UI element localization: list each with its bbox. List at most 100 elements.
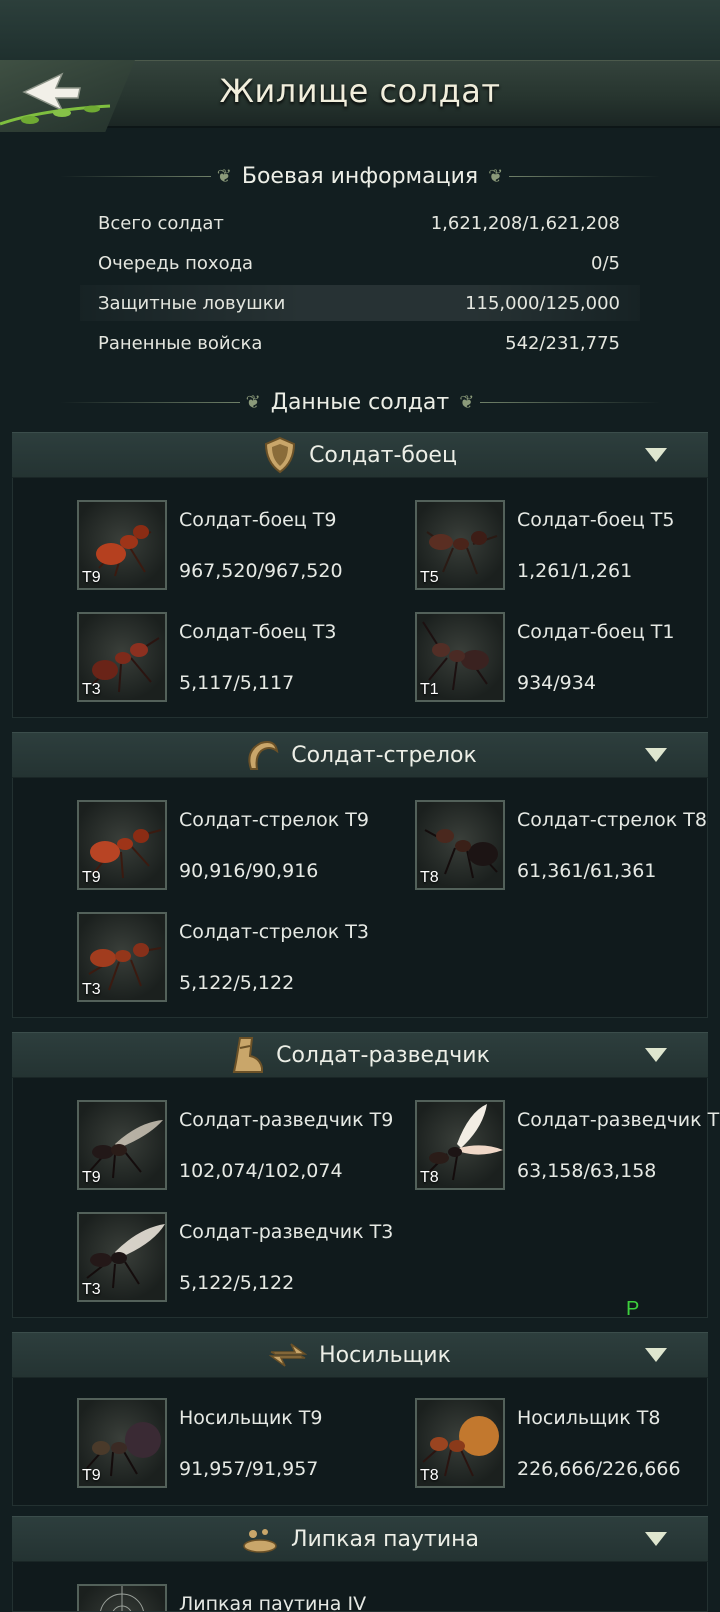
unit-thumbnail[interactable]: T9 (77, 1398, 167, 1488)
unit-thumbnail[interactable]: T3 (77, 912, 167, 1002)
carrier-arrows-icon (269, 1340, 308, 1370)
category-header-warrior[interactable]: Солдат-боец (12, 432, 708, 478)
soldier-data-title: Данные солдат (270, 389, 450, 415)
tier-badge: T9 (82, 869, 101, 886)
unit-count: 61,361/61,361 (517, 860, 657, 882)
info-label: Очередь похода (98, 252, 254, 274)
category-body-scout: T9 Солдат-разведчик T9 102,074/102,074 T… (12, 1078, 720, 1318)
category-title: Солдат-стрелок (291, 742, 477, 768)
marker-label: P (626, 1298, 640, 1320)
web-icon (100, 1586, 144, 1611)
unit-thumbnail[interactable] (77, 1584, 167, 1611)
unit-thumbnail[interactable]: T8 (415, 800, 505, 890)
leaf-ornament-icon: ❦ (216, 165, 232, 187)
tier-badge: T8 (420, 869, 439, 886)
category-body-carrier: T9 Носильщик T9 91,957/91,957 T8 Носильщ… (12, 1378, 708, 1506)
unit-card[interactable]: T3 Солдат-стрелок T3 5,122/5,122 (77, 912, 397, 1002)
category-title: Носильщик (319, 1342, 451, 1368)
info-label: Раненные войска (98, 332, 263, 354)
unit-card[interactable]: T9 Солдат-боец T9 967,520/967,520 (77, 500, 397, 590)
tier-badge: T9 (82, 569, 101, 586)
unit-thumbnail[interactable]: T3 (77, 612, 167, 702)
unit-thumbnail[interactable]: T9 (77, 500, 167, 590)
unit-card[interactable]: T9 Солдат-разведчик T9 102,074/102,074 (77, 1100, 397, 1190)
info-value: 542/231,775 (505, 332, 620, 354)
unit-card[interactable]: T8 Солдат-стрелок T8 61,361/61,361 (415, 800, 720, 890)
category-header-sticky-web[interactable]: Липкая паутина (12, 1516, 708, 1562)
info-label: Защитные ловушки (98, 292, 286, 314)
battle-info-heading: ❦ Боевая информация ❦ (60, 158, 661, 194)
category-header-scout[interactable]: Солдат-разведчик (12, 1032, 708, 1078)
unit-count: 967,520/967,520 (179, 560, 343, 582)
unit-name: Солдат-стрелок T3 (179, 921, 369, 943)
info-row-total-soldiers: Всего солдат 1,621,208/1,621,208 (80, 205, 640, 241)
tier-badge: T9 (82, 1169, 101, 1186)
unit-card[interactable]: T9 Солдат-стрелок T9 90,916/90,916 (77, 800, 397, 890)
unit-thumbnail[interactable]: T3 (77, 1212, 167, 1302)
info-label: Всего солдат (98, 212, 224, 234)
tier-badge: T3 (82, 681, 101, 698)
unit-thumbnail[interactable]: T9 (77, 1100, 167, 1190)
category-title: Солдат-разведчик (276, 1042, 490, 1068)
tier-badge: T5 (420, 569, 439, 586)
tier-badge: T1 (420, 681, 439, 698)
category-body-sticky-web: Липкая паутина IV (12, 1562, 708, 1612)
info-row-march-queue: Очередь похода 0/5 (80, 245, 640, 281)
chevron-down-icon (645, 1532, 667, 1546)
unit-thumbnail[interactable]: T9 (77, 800, 167, 890)
chevron-down-icon (645, 1348, 667, 1362)
category-header-carrier[interactable]: Носильщик (12, 1332, 708, 1378)
unit-count: 63,158/63,158 (517, 1160, 657, 1182)
unit-name: Солдат-разведчик T8 (517, 1109, 720, 1131)
unit-name: Солдат-разведчик T3 (179, 1221, 394, 1243)
chevron-down-icon (645, 1048, 667, 1062)
unit-name: Солдат-стрелок T9 (179, 809, 369, 831)
unit-name: Солдат-разведчик T9 (179, 1109, 394, 1131)
info-row-wounded-troops: Раненные войска 542/231,775 (80, 325, 640, 361)
unit-name: Липкая паутина IV (179, 1593, 367, 1612)
tier-badge: T9 (82, 1467, 101, 1484)
unit-thumbnail[interactable]: T5 (415, 500, 505, 590)
unit-card[interactable]: T5 Солдат-боец T5 1,261/1,261 (415, 500, 720, 590)
unit-card[interactable]: T3 Солдат-боец T3 5,117/5,117 (77, 612, 397, 702)
unit-card[interactable]: Липкая паутина IV (77, 1584, 397, 1612)
chevron-down-icon (645, 748, 667, 762)
unit-count: 5,117/5,117 (179, 672, 295, 694)
unit-card[interactable]: T3 Солдат-разведчик T3 5,122/5,122 (77, 1212, 397, 1302)
info-value: 1,621,208/1,621,208 (430, 212, 620, 234)
tier-badge: T3 (82, 981, 101, 998)
category-title: Солдат-боец (309, 442, 457, 468)
info-value: 115,000/125,000 (465, 292, 620, 314)
unit-card[interactable]: T1 Солдат-боец T1 934/934 (415, 612, 720, 702)
soldier-data-heading: ❦ Данные солдат ❦ (60, 384, 660, 420)
category-title: Липкая паутина (290, 1526, 480, 1552)
unit-name: Носильщик T9 (179, 1407, 323, 1429)
heading-divider (60, 175, 211, 177)
category-header-shooter[interactable]: Солдат-стрелок (12, 732, 708, 778)
tier-badge: T8 (420, 1467, 439, 1484)
tier-badge: T3 (82, 1281, 101, 1298)
unit-name: Солдат-боец T1 (517, 621, 675, 643)
unit-thumbnail[interactable]: T8 (415, 1398, 505, 1488)
claw-icon (243, 737, 279, 773)
heading-divider (509, 175, 661, 177)
info-row-defense-traps: Защитные ловушки 115,000/125,000 (80, 285, 640, 321)
category-body-shooter: T9 Солдат-стрелок T9 90,916/90,916 T8 Со… (12, 778, 708, 1018)
unit-card[interactable]: T8 Солдат-разведчик T8 63,158/63,158 (415, 1100, 720, 1190)
heading-divider (480, 401, 660, 403)
unit-name: Солдат-боец T5 (517, 509, 675, 531)
tier-badge: T8 (420, 1169, 439, 1186)
leaf-ornament-icon: ❦ (245, 391, 261, 413)
category-body-warrior: T9 Солдат-боец T9 967,520/967,520 T5 Сол… (12, 478, 708, 718)
heading-divider (60, 401, 240, 403)
unit-thumbnail[interactable]: T1 (415, 612, 505, 702)
unit-name: Носильщик T8 (517, 1407, 661, 1429)
unit-count: 5,122/5,122 (179, 972, 295, 994)
unit-card[interactable]: T8 Носильщик T8 226,666/226,666 (415, 1398, 720, 1488)
leaf-ornament-icon: ❦ (488, 165, 504, 187)
unit-card[interactable]: T9 Носильщик T9 91,957/91,957 (77, 1398, 397, 1488)
unit-name: Солдат-боец T3 (179, 621, 337, 643)
unit-count: 1,261/1,261 (517, 560, 633, 582)
unit-thumbnail[interactable]: T8 (415, 1100, 505, 1190)
battle-info-title: Боевая информация (241, 163, 479, 189)
